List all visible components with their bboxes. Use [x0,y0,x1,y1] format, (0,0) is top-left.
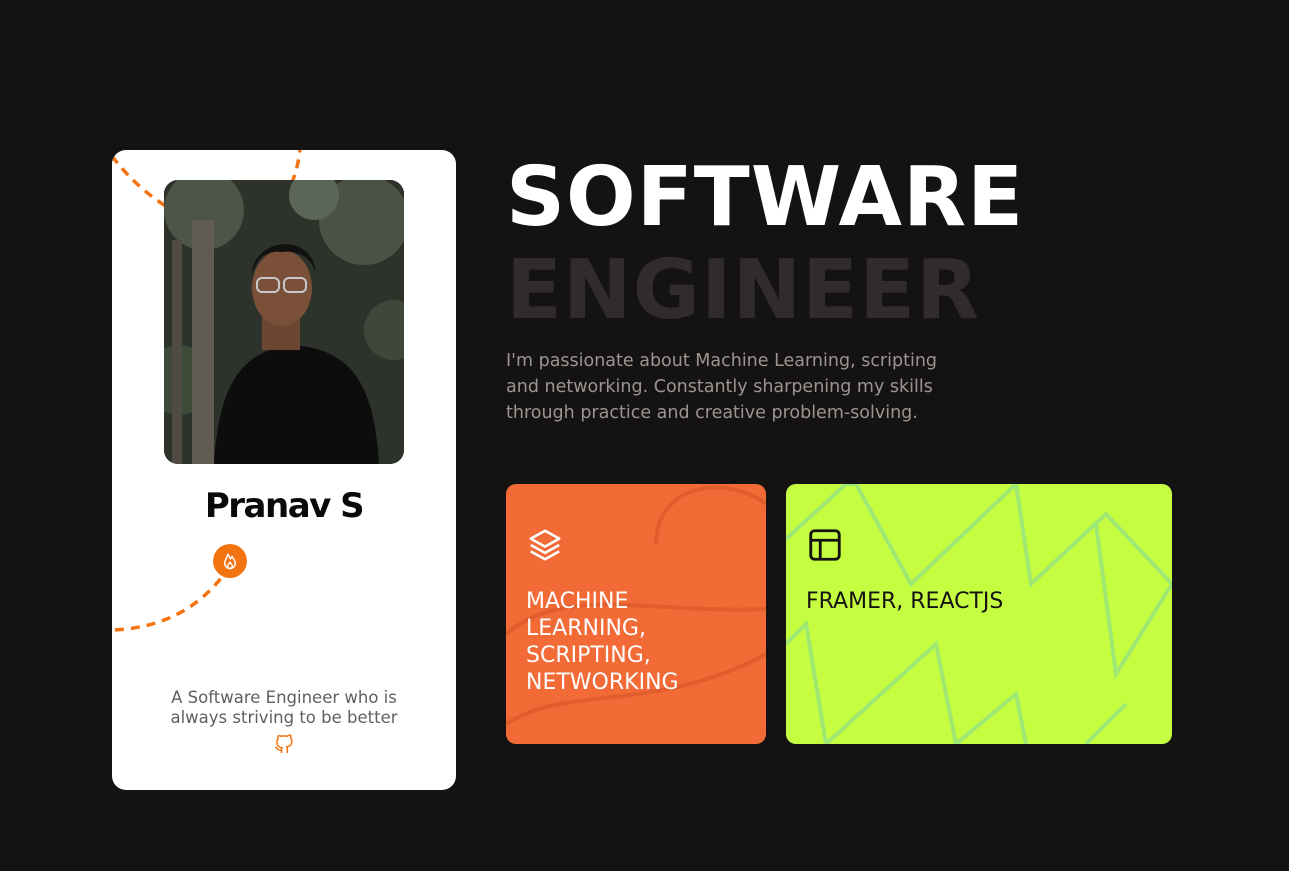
skill-title: FRAMER, REACTJS [806,589,1004,614]
layers-icon [529,529,561,561]
layout-icon [809,529,841,561]
headline-secondary: ENGINEER [506,243,981,338]
profile-photo [164,180,404,464]
skill-card-machine-learning[interactable]: MACHINE LEARNING, SCRIPTING, NETWORKING [506,484,766,744]
skill-card-framer[interactable]: FRAMER, REACTJS [786,484,1172,744]
skill-title: MACHINE LEARNING, SCRIPTING, NETWORKING [526,589,679,695]
bio-text: I'm passionate about Machine Learning, s… [506,351,938,423]
portfolio-page: Pranav S A Software Engineer who is alwa… [0,0,1289,871]
github-icon[interactable] [274,733,294,755]
profile-card: Pranav S A Software Engineer who is alwa… [112,150,456,790]
headline-primary: SOFTWARE [506,150,1025,245]
fire-icon [213,544,247,578]
profile-tagline: A Software Engineer who is always strivi… [170,688,398,727]
profile-name: Pranav S [204,486,365,526]
